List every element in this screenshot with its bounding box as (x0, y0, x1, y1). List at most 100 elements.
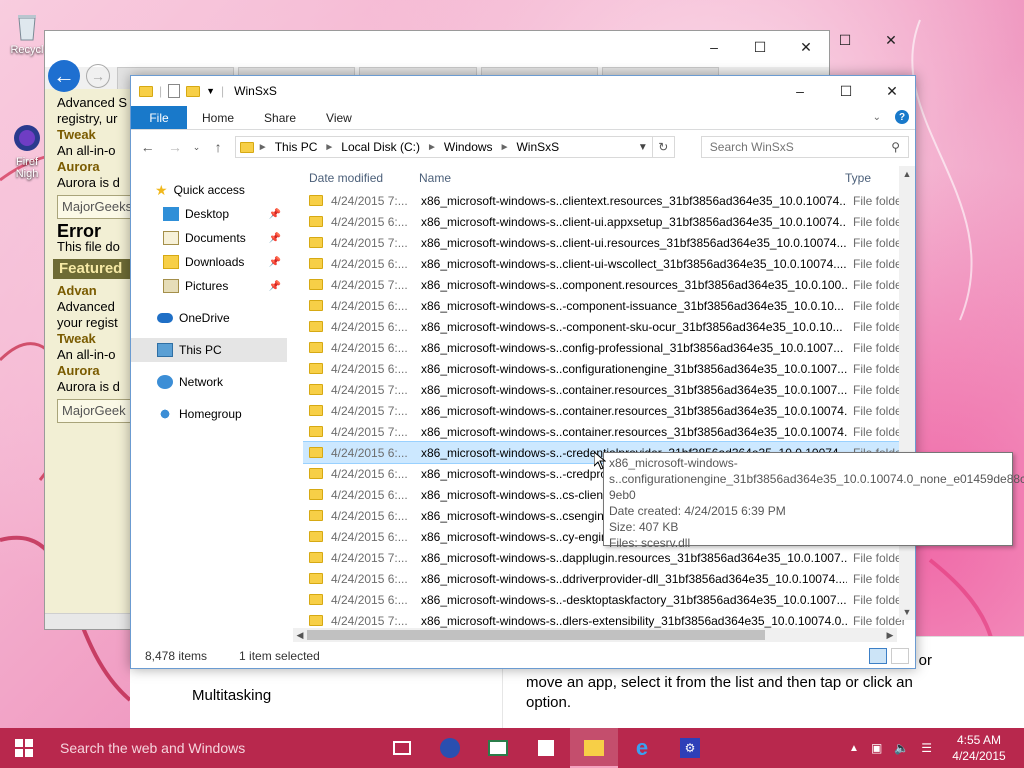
refresh-icon[interactable]: ↻ (651, 137, 674, 157)
table-row[interactable]: 4/24/2015 7:... x86_microsoft-windows-s..… (303, 421, 915, 442)
ribbon-tab-home[interactable]: Home (187, 106, 249, 129)
taskbar-store[interactable] (522, 728, 570, 768)
table-row[interactable]: 4/24/2015 6:... x86_microsoft-windows-s..… (303, 211, 915, 232)
breadcrumb-windows[interactable]: Windows (441, 140, 496, 154)
nav-onedrive[interactable]: OneDrive (131, 306, 291, 330)
browser-text-line[interactable]: MajorGeeks (57, 195, 140, 219)
taskbar-app-window[interactable] (474, 728, 522, 768)
minimize-icon[interactable]: – (691, 31, 737, 63)
row-name: x86_microsoft-windows-s..component.resou… (421, 277, 847, 292)
pin-icon[interactable]: 📌 (269, 281, 281, 292)
nav-item-downloads[interactable]: Downloads 📌 (131, 250, 291, 274)
browser-text-line[interactable]: Tweak (57, 331, 140, 347)
help-icon[interactable]: ? (895, 110, 909, 124)
taskbar-file-explorer[interactable] (570, 728, 618, 768)
taskbar-internet-explorer[interactable]: e (618, 728, 666, 768)
clock-date: 4/24/2015 (952, 749, 1006, 763)
explorer-window-controls: – ☐ ✕ (777, 76, 915, 106)
table-row[interactable]: 4/24/2015 6:... x86_microsoft-windows-s..… (303, 568, 915, 589)
notifications-icon[interactable]: ☰ (921, 741, 932, 755)
taskbar-task-view[interactable] (378, 728, 426, 768)
table-row[interactable]: 4/24/2015 6:... x86_microsoft-windows-s..… (303, 337, 915, 358)
table-row[interactable]: 4/24/2015 7:... x86_microsoft-windows-s..… (303, 190, 915, 211)
properties-icon[interactable] (168, 84, 181, 98)
scroll-left-icon[interactable]: ◀ (293, 628, 307, 642)
nav-label: Homegroup (179, 407, 242, 421)
breadcrumb-this-pc[interactable]: This PC (272, 140, 321, 154)
details-view-icon[interactable] (869, 648, 887, 664)
table-row[interactable]: 4/24/2015 7:... x86_microsoft-windows-s..… (303, 232, 915, 253)
table-row[interactable]: 4/24/2015 7:... x86_microsoft-windows-s..… (303, 274, 915, 295)
ribbon-tab-file[interactable]: File (131, 106, 187, 129)
horizontal-scrollbar[interactable]: ◀ ▶ (293, 628, 897, 642)
close-icon[interactable]: ✕ (869, 76, 915, 106)
pin-icon[interactable]: 📌 (269, 233, 281, 244)
close-icon[interactable]: ✕ (868, 24, 914, 56)
browser-text-line[interactable]: Aurora (57, 159, 140, 175)
maximize-icon[interactable]: ☐ (737, 31, 783, 63)
pin-icon[interactable]: 📌 (269, 209, 281, 220)
browser-back-button[interactable]: ← (48, 60, 80, 92)
breadcrumb-winsxs[interactable]: WinSxS (513, 140, 562, 154)
scroll-right-icon[interactable]: ▶ (883, 628, 897, 642)
customize-qat-icon[interactable]: ▼ (206, 86, 215, 96)
maximize-icon[interactable]: ☐ (823, 76, 869, 106)
minimize-icon[interactable]: – (777, 76, 823, 106)
vertical-scrollbar[interactable]: ▲ ▼ (899, 166, 915, 620)
table-row[interactable]: 4/24/2015 7:... x86_microsoft-windows-s..… (303, 400, 915, 421)
up-arrow-icon[interactable]: ↑ (207, 139, 228, 155)
maximize-icon[interactable]: ☐ (822, 24, 868, 56)
nav-item-desktop[interactable]: Desktop 📌 (131, 202, 291, 226)
search-box[interactable]: ⚲ (700, 136, 910, 158)
search-input[interactable] (709, 140, 880, 154)
show-hidden-icons-icon[interactable]: ▲ (849, 743, 859, 754)
table-row[interactable]: 4/24/2015 6:... x86_microsoft-windows-s..… (303, 316, 915, 337)
taskbar-firefox[interactable] (426, 728, 474, 768)
new-folder-icon[interactable] (186, 85, 201, 97)
tooltip-line: Size: 407 KB (609, 520, 679, 534)
table-row[interactable]: 4/24/2015 6:... x86_microsoft-windows-s..… (303, 358, 915, 379)
recent-locations-icon[interactable]: ⌄ (192, 142, 202, 153)
file-explorer-icon (584, 740, 604, 756)
network-icon[interactable]: ▣ (871, 741, 882, 755)
table-row[interactable]: 4/24/2015 6:... x86_microsoft-windows-s..… (303, 589, 915, 610)
column-header-name[interactable]: Name (413, 171, 839, 185)
nav-quick-access[interactable]: ★ Quick access (131, 178, 291, 202)
volume-icon[interactable]: 🔈 (894, 741, 909, 755)
table-row[interactable]: 4/24/2015 6:... x86_microsoft-windows-s..… (303, 253, 915, 274)
row-type: File folder (853, 193, 906, 208)
scroll-up-icon[interactable]: ▲ (899, 166, 915, 182)
browser-forward-button[interactable]: → (86, 64, 110, 88)
folder-icon (309, 573, 323, 584)
taskbar-search[interactable]: Search the web and Windows (48, 728, 378, 768)
browser-text-line[interactable]: MajorGeek (57, 399, 140, 423)
ribbon-tab-view[interactable]: View (311, 106, 367, 129)
ribbon-tab-share[interactable]: Share (249, 106, 311, 129)
nav-item-documents[interactable]: Documents 📌 (131, 226, 291, 250)
table-row[interactable]: 4/24/2015 6:... x86_microsoft-windows-s..… (303, 295, 915, 316)
nav-item-pictures[interactable]: Pictures 📌 (131, 274, 291, 298)
browser-text-line[interactable]: Aurora (57, 363, 140, 379)
browser-text-line[interactable]: Advan (57, 283, 140, 299)
scrollbar-thumb[interactable] (307, 630, 765, 640)
browser-text-line[interactable]: Tweak (57, 127, 140, 143)
large-icons-view-icon[interactable] (891, 648, 909, 664)
start-button[interactable] (0, 728, 48, 768)
settings-multitasking-item[interactable]: Multitasking (192, 687, 271, 704)
column-header-type[interactable]: Type (839, 171, 899, 185)
column-header-date-modified[interactable]: Date modified (303, 171, 413, 185)
clock[interactable]: 4:55 AM 4/24/2015 (944, 732, 1014, 764)
address-dropdown-icon[interactable]: ▼ (638, 142, 648, 153)
scroll-down-icon[interactable]: ▼ (899, 604, 915, 620)
nav-network[interactable]: Network (131, 370, 291, 394)
nav-homegroup[interactable]: Homegroup (131, 402, 291, 426)
breadcrumb-local-disk[interactable]: Local Disk (C:) (338, 140, 423, 154)
back-arrow-icon[interactable]: ← (137, 139, 158, 155)
nav-this-pc[interactable]: This PC (131, 338, 287, 362)
address-bar[interactable]: ► This PC ► Local Disk (C:) ► Windows ► … (234, 136, 675, 158)
table-row[interactable]: 4/24/2015 7:... x86_microsoft-windows-s..… (303, 379, 915, 400)
forward-arrow-icon[interactable]: → (164, 139, 185, 155)
expand-ribbon-icon[interactable]: ⌄ (873, 112, 881, 123)
taskbar-settings[interactable]: ⚙ (666, 728, 714, 768)
pin-icon[interactable]: 📌 (269, 257, 281, 268)
